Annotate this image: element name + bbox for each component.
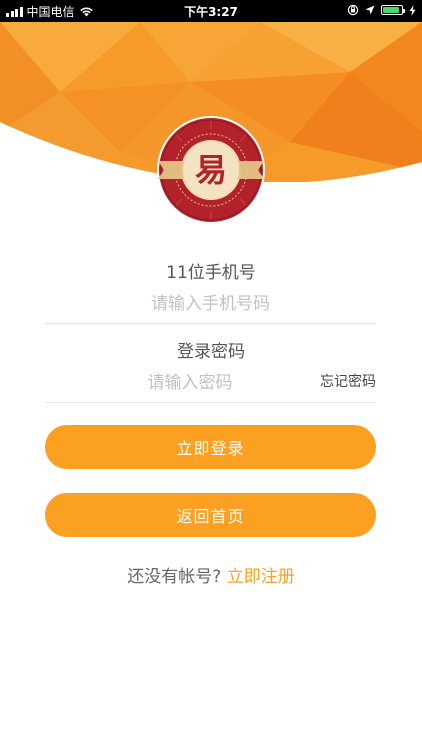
phone-label: 11位手机号 [166, 263, 256, 283]
forgot-password-link[interactable]: 忘记密码 [320, 371, 376, 391]
charging-icon [409, 4, 416, 16]
phone-input[interactable] [45, 287, 376, 321]
status-bar: 中国电信 下午3:27 [0, 0, 422, 22]
battery-icon [381, 5, 405, 15]
status-right [347, 4, 416, 16]
password-input[interactable] [80, 366, 300, 400]
register-prompt: 还没有帐号? [127, 567, 222, 587]
register-prompt-line: 还没有帐号? 立即注册 [0, 562, 422, 587]
location-icon [365, 5, 375, 15]
login-button[interactable]: 立即登录 [45, 425, 376, 469]
logo-character: 易 [195, 151, 227, 189]
app-logo: 易 [156, 115, 266, 225]
orientation-lock-icon [347, 4, 359, 16]
back-home-button[interactable]: 返回首页 [45, 493, 376, 537]
phone-divider [45, 323, 376, 324]
password-label: 登录密码 [177, 342, 245, 362]
register-link[interactable]: 立即注册 [227, 567, 295, 587]
password-divider [45, 402, 376, 403]
